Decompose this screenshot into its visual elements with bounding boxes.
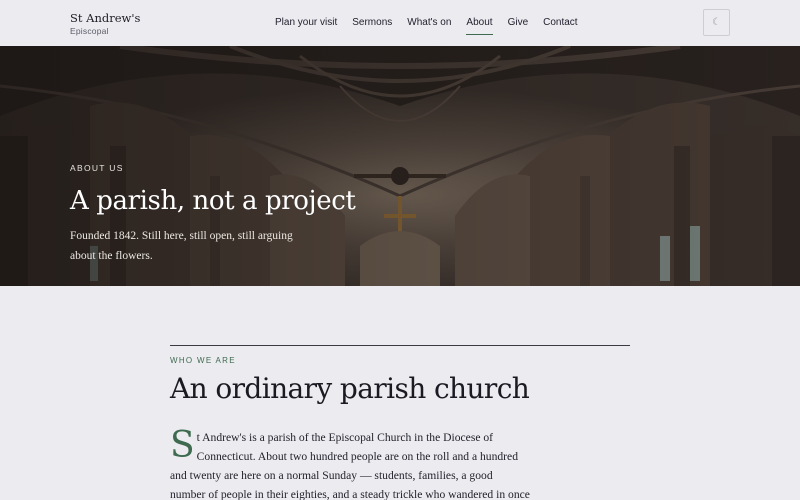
site-header: St Andrew's Episcopal Plan your visit Se… xyxy=(0,0,800,46)
section-title: An ordinary parish church xyxy=(170,372,530,405)
hero-title: A parish, not a project xyxy=(70,186,356,216)
theme-toggle-button[interactable]: ☾ xyxy=(703,9,730,36)
hero-banner: ABOUT US A parish, not a project Founded… xyxy=(0,46,800,286)
brand-logo-link[interactable]: St Andrew's Episcopal xyxy=(70,11,140,36)
nav-item-sermons[interactable]: Sermons xyxy=(352,0,392,46)
nav-item-whats-on[interactable]: What's on xyxy=(407,0,451,46)
main-nav: Plan your visit Sermons What's on About … xyxy=(275,0,593,46)
brand-name: St Andrew's xyxy=(70,11,141,25)
hero-content: ABOUT US A parish, not a project Founded… xyxy=(70,163,400,266)
nav-item-contact[interactable]: Contact xyxy=(543,0,577,46)
brand-subtitle: Episcopal xyxy=(70,26,109,36)
hero-eyebrow: ABOUT US xyxy=(70,163,124,173)
section-divider xyxy=(170,345,630,346)
nav-item-plan-your-visit[interactable]: Plan your visit xyxy=(275,0,337,46)
section-body: St Andrew's is a parish of the Episcopal… xyxy=(170,428,530,500)
nav-item-give[interactable]: Give xyxy=(508,0,529,46)
hero-text: Founded 1842. Still here, still open, st… xyxy=(70,230,293,262)
section-eyebrow: WHO WE ARE xyxy=(170,356,236,365)
moon-icon: ☾ xyxy=(712,17,721,28)
drop-cap: S xyxy=(170,425,195,466)
section-body-text: t Andrew's is a parish of the Episcopal … xyxy=(170,431,530,500)
nav-item-about[interactable]: About xyxy=(466,0,493,46)
who-we-are-section: WHO WE ARE An ordinary parish church St … xyxy=(170,345,630,500)
